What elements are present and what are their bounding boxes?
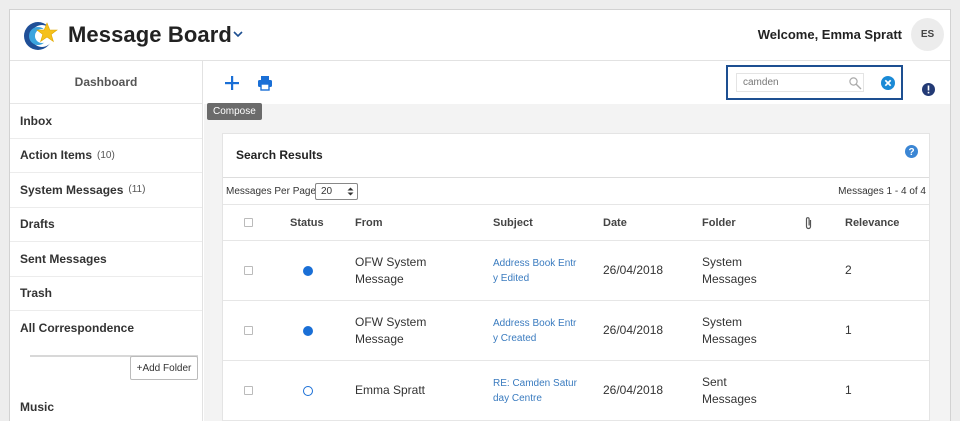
search-box [726,65,903,100]
chevron-down-icon[interactable] [232,28,244,40]
main-content: Compose Search Results ? Messages Per Pa… [204,61,950,421]
row-checkbox[interactable] [244,266,253,275]
sidebar-item-label: Action Items [20,148,93,163]
pagination-bar: Messages Per Page 20 Messages 1 - 4 of 4 [223,177,929,205]
toolbar [204,61,950,104]
app-header: Message Board Welcome, Emma Spratt ES [10,10,950,61]
message-count: Messages 1 - 4 of 4 [838,186,926,197]
sidebar-item-label: Sent Messages [20,251,107,266]
add-folder-button[interactable]: +Add Folder [130,356,198,380]
sidebar-item-system-messages[interactable]: System Messages (11) [10,173,202,208]
sidebar-item-count: (10) [97,149,115,161]
column-subject[interactable]: Subject [493,217,533,229]
row-from: OFW System Message [355,255,427,286]
row-folder: Sent Messages [702,375,757,406]
row-relevance: 2 [845,263,852,277]
avatar[interactable]: ES [911,18,944,51]
sidebar-item-label: Drafts [20,217,55,232]
sidebar: Dashboard Inbox Action Items (10) System… [10,61,203,421]
row-subject-link[interactable]: Address Book Entr y Edited [493,256,583,286]
search-input[interactable] [736,73,864,92]
row-relevance: 1 [845,323,852,337]
per-page-value: 20 [321,186,333,197]
row-checkbox[interactable] [244,326,253,335]
print-icon[interactable] [257,75,273,91]
app-title[interactable]: Message Board [68,22,232,48]
row-relevance: 1 [845,383,852,397]
column-folder[interactable]: Folder [702,217,736,229]
compose-plus-icon[interactable] [224,75,240,91]
sidebar-item-all-correspondence[interactable]: All Correspondence [10,311,202,346]
select-all-checkbox[interactable] [244,218,253,227]
row-date: 26/04/2018 [603,323,664,337]
sidebar-dashboard-link[interactable]: Dashboard [10,61,202,104]
info-icon[interactable] [922,83,935,96]
attachment-icon[interactable] [804,216,813,230]
row-date: 26/04/2018 [603,263,664,277]
row-subject-link[interactable]: Address Book Entr y Created [493,316,583,346]
svg-text:?: ? [908,147,914,158]
sidebar-item-trash[interactable]: Trash [10,277,202,311]
sidebar-item-label: Trash [20,286,53,301]
app-logo-icon [24,22,58,50]
select-arrows-icon [347,187,354,196]
column-from[interactable]: From [355,217,383,229]
sidebar-item-sent-messages[interactable]: Sent Messages [10,242,202,277]
row-from: OFW System Message [355,315,427,346]
table-row[interactable]: OFW System Message Address Book Entr y Edi… [223,241,929,301]
unread-status-icon [303,326,313,336]
table-row[interactable]: OFW System Message Address Book Entr y Cre… [223,301,929,361]
row-checkbox[interactable] [244,386,253,395]
search-results-panel: Search Results ? Messages Per Page 20 Me… [222,133,930,421]
help-icon[interactable]: ? [905,145,918,158]
column-status[interactable]: Status [290,217,324,229]
row-folder: System Messages [702,255,757,286]
column-relevance[interactable]: Relevance [845,217,899,229]
read-status-icon [303,386,313,396]
row-date: 26/04/2018 [603,383,664,397]
sidebar-item-inbox[interactable]: Inbox [10,104,202,139]
welcome-text: Welcome, Emma Spratt [757,27,902,42]
compose-tooltip: Compose [207,103,262,120]
sidebar-item-action-items[interactable]: Action Items (10) [10,139,202,173]
table-row[interactable]: Emma Spratt RE: Camden Satur day Centre 2… [223,361,929,421]
per-page-select[interactable]: 20 [315,183,358,200]
sidebar-item-drafts[interactable]: Drafts [10,208,202,242]
search-icon[interactable] [848,76,862,90]
app-window: Message Board Welcome, Emma Spratt ES Da… [9,9,951,421]
unread-status-icon [303,266,313,276]
row-from: Emma Spratt [355,383,426,397]
sidebar-item-count: (11) [128,184,146,196]
column-date[interactable]: Date [603,217,627,229]
clear-search-icon[interactable] [881,76,895,90]
sidebar-item-label: System Messages [20,182,124,197]
panel-title: Search Results [236,148,323,162]
sidebar-item-label: Inbox [20,113,52,128]
row-folder: System Messages [702,315,757,346]
sidebar-item-music[interactable]: Music [20,400,54,414]
per-page-label: Messages Per Page [226,186,317,197]
table-header: Status From Subject Date Folder Relevanc… [223,205,929,241]
row-subject-link[interactable]: RE: Camden Satur day Centre [493,376,583,406]
sidebar-item-label: All Correspondence [20,321,135,336]
